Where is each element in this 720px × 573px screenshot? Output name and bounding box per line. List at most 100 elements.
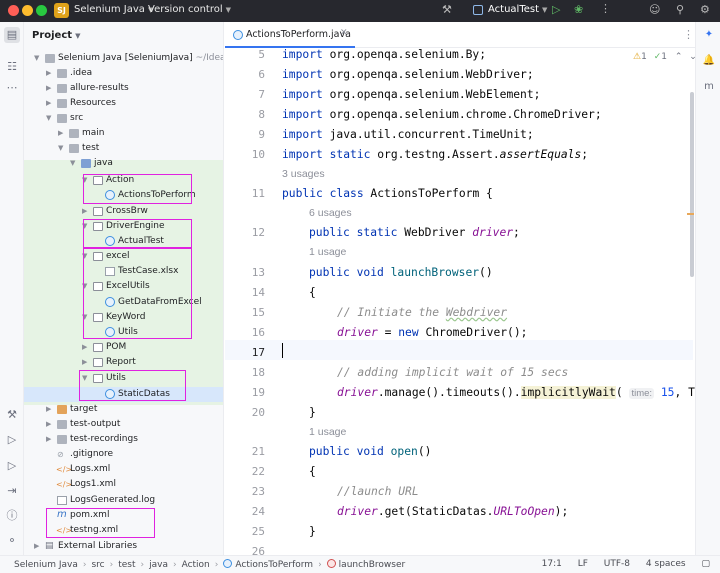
terminal-icon[interactable]: ⇥ [4, 483, 20, 499]
breadcrumb-item[interactable]: launchBrowser [339, 560, 406, 570]
run-icon[interactable]: ▷ [4, 458, 20, 474]
code-line: import java.util.concurrent.TimeUnit; [282, 128, 534, 141]
tree-item[interactable]: ▶ main [24, 126, 223, 141]
tree-item[interactable]: ▼Selenium Java [SeleniumJava] ~/IdeaProj… [24, 51, 223, 66]
hammer-icon[interactable]: ⚒ [4, 407, 20, 423]
services-icon[interactable]: ▷ [4, 432, 20, 448]
tree-item[interactable]: ▼ test [24, 141, 223, 156]
code-line: // adding implicit wait of 15 secs [337, 366, 569, 379]
more-icon[interactable]: ⋮ [600, 2, 611, 15]
structure-icon[interactable]: ☷ [4, 59, 20, 75]
code-line: driver.get(StaticDatas.URLToOpen); [337, 505, 569, 518]
tree-item[interactable]: </> Logs.xml [24, 462, 223, 477]
status-bar: Selenium Java › src › test › java › Action › Actio… [0, 555, 720, 573]
run-config-selector[interactable]: ActualTest ▼ [488, 4, 547, 15]
close-window-button[interactable] [8, 5, 19, 16]
code-line: import org.openqa.selenium.WebElement; [282, 88, 541, 101]
project-switcher[interactable]: Selenium Java ▼ [74, 4, 153, 15]
code-line: // Initiate the Webdriver [337, 306, 508, 319]
minimize-window-button[interactable] [22, 5, 33, 16]
breadcrumb-item[interactable]: ActionsToPerform [235, 560, 313, 570]
tree-item[interactable]: ▶ test-output [24, 417, 223, 432]
project-panel: Project ▼ ▼ Selenium Java [SeleniumJava] ~… [24, 22, 224, 555]
project-name: Selenium Java [74, 4, 145, 15]
usages-hint[interactable]: 1 usage [309, 246, 346, 258]
code-line: } [309, 406, 316, 419]
problems-icon[interactable]: ⓘ [4, 508, 20, 524]
title-bar: SJ Selenium Java ▼ Version control ▼ ⚒ Act… [0, 0, 720, 22]
tree-item[interactable]: </> Logs1.xml [24, 477, 223, 492]
tree-item[interactable]: ⊘ .gitignore [24, 447, 223, 462]
java-class-icon [223, 559, 233, 568]
code-line: { [309, 286, 316, 299]
inspection-widget[interactable]: ⚠1 ✓1 ⌃ ⌄ [633, 52, 697, 62]
code-editor[interactable]: ActionsToPerform.java ✕ ⋮ ⚠1 ✓1 ⌃ ⌄ 5 6 … [225, 22, 720, 558]
code-line: public static WebDriver driver; [309, 226, 520, 239]
usages-hint[interactable]: 6 usages [309, 207, 352, 219]
tree-item[interactable]: ▶ allure-results [24, 81, 223, 96]
warning-icon: ⚠ [633, 52, 642, 62]
git-icon[interactable]: ⚬ [4, 533, 20, 549]
tree-item[interactable]: ▶ test-recordings [24, 432, 223, 447]
chevron-up-icon[interactable]: ⌃ [675, 52, 683, 62]
maven-icon[interactable]: m [702, 80, 716, 94]
lock-icon[interactable]: ▢ [701, 559, 710, 569]
current-line-highlight [225, 340, 693, 360]
method-icon [326, 559, 336, 568]
notifications-icon[interactable]: 🔔 [702, 54, 716, 68]
user-icon[interactable]: ☺ [649, 3, 660, 16]
tree-item[interactable]: ▼ src [24, 111, 223, 126]
breadcrumb-item[interactable]: Action [182, 560, 210, 570]
annotation-box [46, 508, 155, 538]
annotation-box [83, 174, 192, 204]
code-line: } [309, 525, 316, 538]
more-icon[interactable]: ⋮ [683, 28, 694, 41]
chevron-down-icon: ▼ [225, 6, 232, 14]
version-control-menu[interactable]: Version control ▼ [148, 4, 231, 15]
chevron-down-icon: ▼ [75, 32, 81, 40]
breadcrumb-item[interactable]: java [149, 560, 168, 570]
usages-hint[interactable]: 3 usages [282, 168, 325, 180]
ai-assistant-icon[interactable]: ✦ [702, 28, 716, 42]
tree-item[interactable]: ▶ Report [24, 355, 223, 370]
warning-marker[interactable] [687, 213, 694, 215]
editor-scrollbar[interactable] [690, 92, 694, 277]
tree-item[interactable]: ▼ java [24, 156, 223, 171]
editor-tab-bar: ActionsToPerform.java ✕ ⋮ [225, 22, 695, 48]
code-line: public class ActionsToPerform { [282, 187, 493, 200]
tree-item[interactable]: ▶ CrossBrw [24, 204, 223, 219]
tree-item[interactable]: ▶ .idea [24, 66, 223, 81]
usages-hint[interactable]: 1 usage [309, 426, 346, 438]
maximize-window-button[interactable] [36, 5, 47, 16]
project-badge[interactable]: SJ [54, 3, 69, 18]
tree-item[interactable]: ▶ ▤ External Libraries [24, 539, 223, 554]
indent-setting[interactable]: 4 spaces [646, 559, 686, 569]
more-icon[interactable]: ⋯ [4, 80, 20, 96]
vcs-label: Version control [148, 4, 223, 15]
breadcrumb-item[interactable]: src [91, 560, 104, 570]
code-line: public void open() [309, 445, 432, 458]
text-caret [282, 343, 283, 358]
breadcrumb-item[interactable]: test [118, 560, 135, 570]
breadcrumb-item[interactable]: Selenium Java [14, 560, 78, 570]
gear-icon[interactable]: ⚙ [700, 3, 710, 16]
panel-title[interactable]: Project ▼ [32, 30, 80, 41]
run-icon[interactable]: ▷ [552, 3, 560, 16]
debug-icon[interactable]: ❀ [574, 3, 583, 16]
code-line: //launch URL [337, 485, 419, 498]
tree-item[interactable]: ▶ POM [24, 340, 223, 355]
line-separator[interactable]: LF [578, 559, 588, 569]
tree-item[interactable]: LogsGenerated.log [24, 493, 223, 508]
caret-position[interactable]: 17:1 [542, 559, 562, 569]
tree-item[interactable]: ▶ target [24, 402, 223, 417]
folder-icon[interactable]: ▤ [4, 27, 20, 43]
file-encoding[interactable]: UTF-8 [604, 559, 630, 569]
code-line: import org.openqa.selenium.By; [282, 48, 487, 61]
hammer-icon[interactable]: ⚒ [442, 3, 452, 16]
tree-item[interactable]: ▶ Resources [24, 96, 223, 111]
close-icon[interactable]: ✕ [340, 28, 348, 38]
code-line: import org.openqa.selenium.chrome.Chrome… [282, 108, 602, 121]
search-icon[interactable]: ⚲ [676, 3, 684, 16]
tab-actions-to-perform[interactable]: ActionsToPerform.java ✕ [225, 22, 355, 48]
annotation-box [83, 248, 192, 339]
